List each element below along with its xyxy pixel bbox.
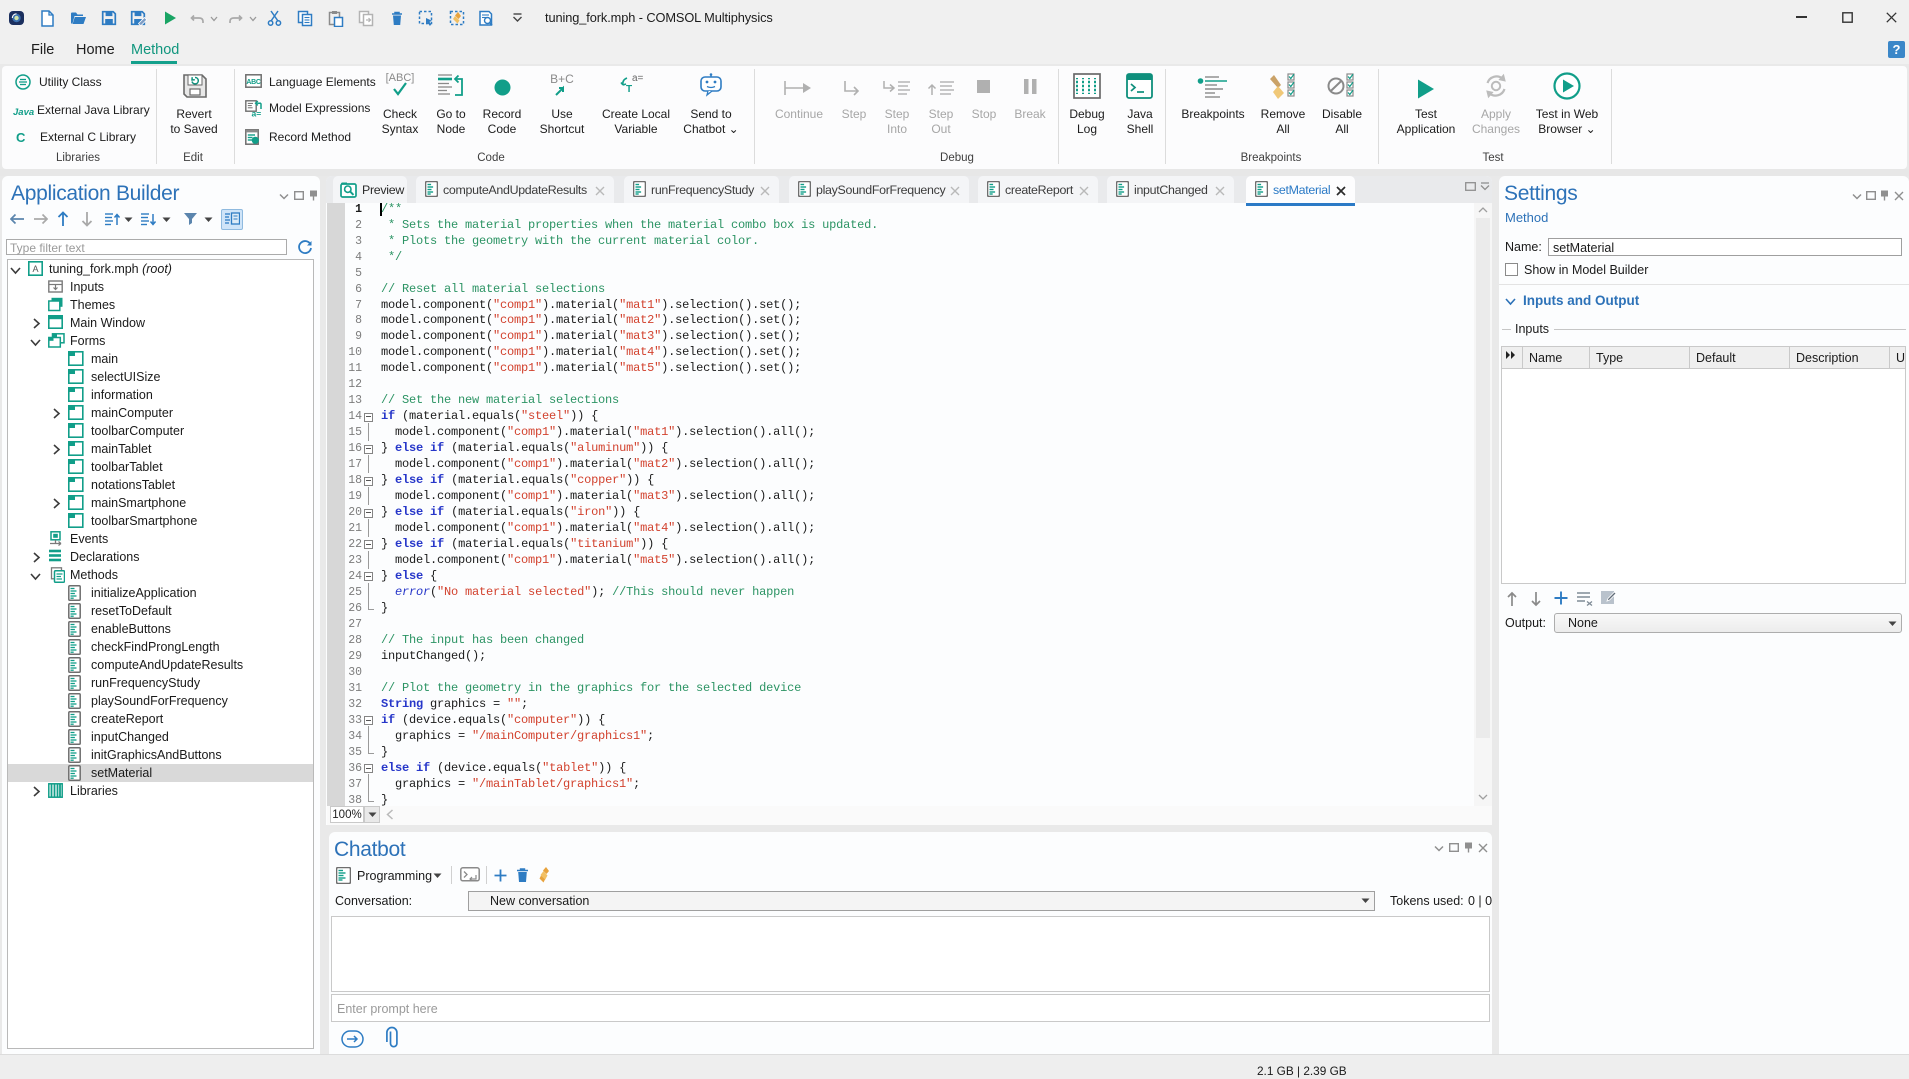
- svg-text:a=: a=: [252, 109, 262, 118]
- svg-text:[ABC]: [ABC]: [386, 72, 415, 84]
- svg-text:A: A: [32, 264, 38, 274]
- svg-text:ABC: ABC: [246, 79, 261, 86]
- svg-text:B+C: B+C: [550, 72, 574, 86]
- svg-text:T: T: [626, 84, 632, 95]
- svg-text:a=: a=: [632, 73, 644, 84]
